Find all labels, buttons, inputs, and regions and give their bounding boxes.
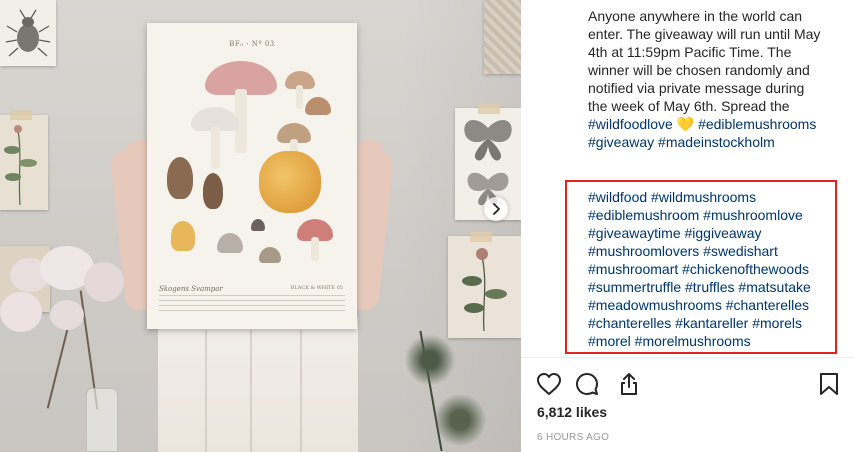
- tape: [478, 104, 500, 114]
- blossom: [84, 262, 124, 302]
- caption-line: 4th at 11:59pm Pacific Time. The: [588, 44, 792, 60]
- blossom: [50, 300, 84, 330]
- beetle-icon: [5, 9, 51, 57]
- post-photo: BF₀ · Nº 03 Skogens Svampar BLACK & WHIT…: [0, 0, 521, 452]
- plant-leaves: [430, 390, 490, 450]
- poster-text-lines: [159, 295, 345, 317]
- hashtag-line[interactable]: #morel #morelmushrooms: [588, 332, 838, 350]
- pattern-print: [484, 0, 521, 74]
- hashtag-line[interactable]: #chanterelles #kantareller #morels: [588, 314, 838, 332]
- caption-line: winner will be chosen randomly and: [588, 62, 810, 78]
- yellow-heart-emoji: 💛: [676, 116, 695, 132]
- mushroom-cap: [259, 247, 281, 263]
- like-button[interactable]: [535, 370, 563, 398]
- morel-cap: [167, 157, 193, 199]
- poster-title: Skogens Svampar: [159, 285, 223, 293]
- plant-drawing-icon: [4, 125, 37, 206]
- share-upload-icon: [621, 373, 637, 395]
- plant-print-left: [0, 115, 48, 210]
- caption-line: notified via private message during: [588, 80, 805, 96]
- poster-note: BLACK & WHITE 05: [290, 285, 343, 291]
- post-side-panel: Anyone anywhere in the world can enter. …: [521, 0, 854, 452]
- speech-bubble-icon: [576, 373, 598, 395]
- glass-vase: [86, 388, 118, 452]
- caption-hashtag-line: #wildfoodlove 💛 #ediblemushrooms: [588, 115, 848, 133]
- mushroom-cap: [251, 219, 265, 231]
- chicken-of-the-woods: [259, 151, 321, 213]
- dress-fold: [250, 330, 252, 452]
- caption-hashtag-line: #giveaway #madeinstockholm: [588, 133, 848, 151]
- poster-header: BF₀ · Nº 03: [229, 40, 275, 48]
- mushroom-cap: [217, 233, 243, 253]
- hashtag-line[interactable]: #summertruffle #truffles #matsutake: [588, 278, 838, 296]
- hashtag-line[interactable]: #mushroomart #chickenofthewoods: [588, 260, 838, 278]
- caption-line: Anyone anywhere in the world can: [588, 8, 803, 24]
- caption-line: enter. The giveaway will run until May: [588, 26, 821, 42]
- blossom: [0, 292, 42, 332]
- hashtag-link[interactable]: #madeinstockholm: [658, 134, 775, 150]
- hashtag-link[interactable]: #giveaway: [588, 134, 654, 150]
- bookmark-icon: [820, 373, 838, 395]
- morel-cap: [203, 173, 223, 209]
- hashtag-line[interactable]: #giveawaytime #iggiveaway: [588, 224, 838, 242]
- hashtag-link[interactable]: #wildfoodlove: [588, 116, 673, 132]
- flower-drawing-icon: [462, 248, 507, 332]
- mushroom-stem: [211, 127, 220, 169]
- hashtag-line[interactable]: #wildfood #wildmushrooms: [588, 188, 838, 206]
- mushroom-stem: [296, 85, 303, 109]
- chevron-right-icon: [493, 203, 500, 215]
- save-button[interactable]: [815, 370, 843, 398]
- caption-line: the week of May 6th. Spread the: [588, 98, 790, 114]
- right-hand: [354, 140, 384, 174]
- mushroom-poster: BF₀ · Nº 03 Skogens Svampar BLACK & WHIT…: [147, 23, 357, 329]
- mushroom-stem: [311, 237, 319, 261]
- tape: [470, 232, 492, 242]
- likes-count[interactable]: 6,812 likes: [537, 404, 607, 420]
- post-caption: Anyone anywhere in the world can enter. …: [588, 7, 848, 151]
- plant-print-right: [448, 236, 521, 338]
- carousel-next-button[interactable]: [484, 197, 508, 221]
- post-timestamp[interactable]: 6 HOURS AGO: [537, 432, 609, 443]
- mushroom-cap: [305, 97, 331, 115]
- plant-leaves: [400, 330, 460, 390]
- dress-fold: [205, 330, 207, 452]
- hashtag-line[interactable]: #ediblemushroom #mushroomlove: [588, 206, 838, 224]
- chanterelle-cap: [171, 221, 195, 251]
- hashtag-line[interactable]: #mushroomlovers #swedishart: [588, 242, 838, 260]
- comment-button[interactable]: [573, 370, 601, 398]
- hashtag-block: #wildfood #wildmushrooms #ediblemushroom…: [588, 188, 838, 350]
- tape: [10, 110, 32, 120]
- section-divider: [521, 357, 854, 358]
- share-button[interactable]: [615, 370, 643, 398]
- beetle-print: [0, 0, 56, 66]
- dress-fold: [300, 330, 302, 452]
- heart-outline-icon: [537, 373, 561, 395]
- hashtag-link[interactable]: #ediblemushrooms: [698, 116, 816, 132]
- hashtag-line[interactable]: #meadowmushrooms #chanterelles: [588, 296, 838, 314]
